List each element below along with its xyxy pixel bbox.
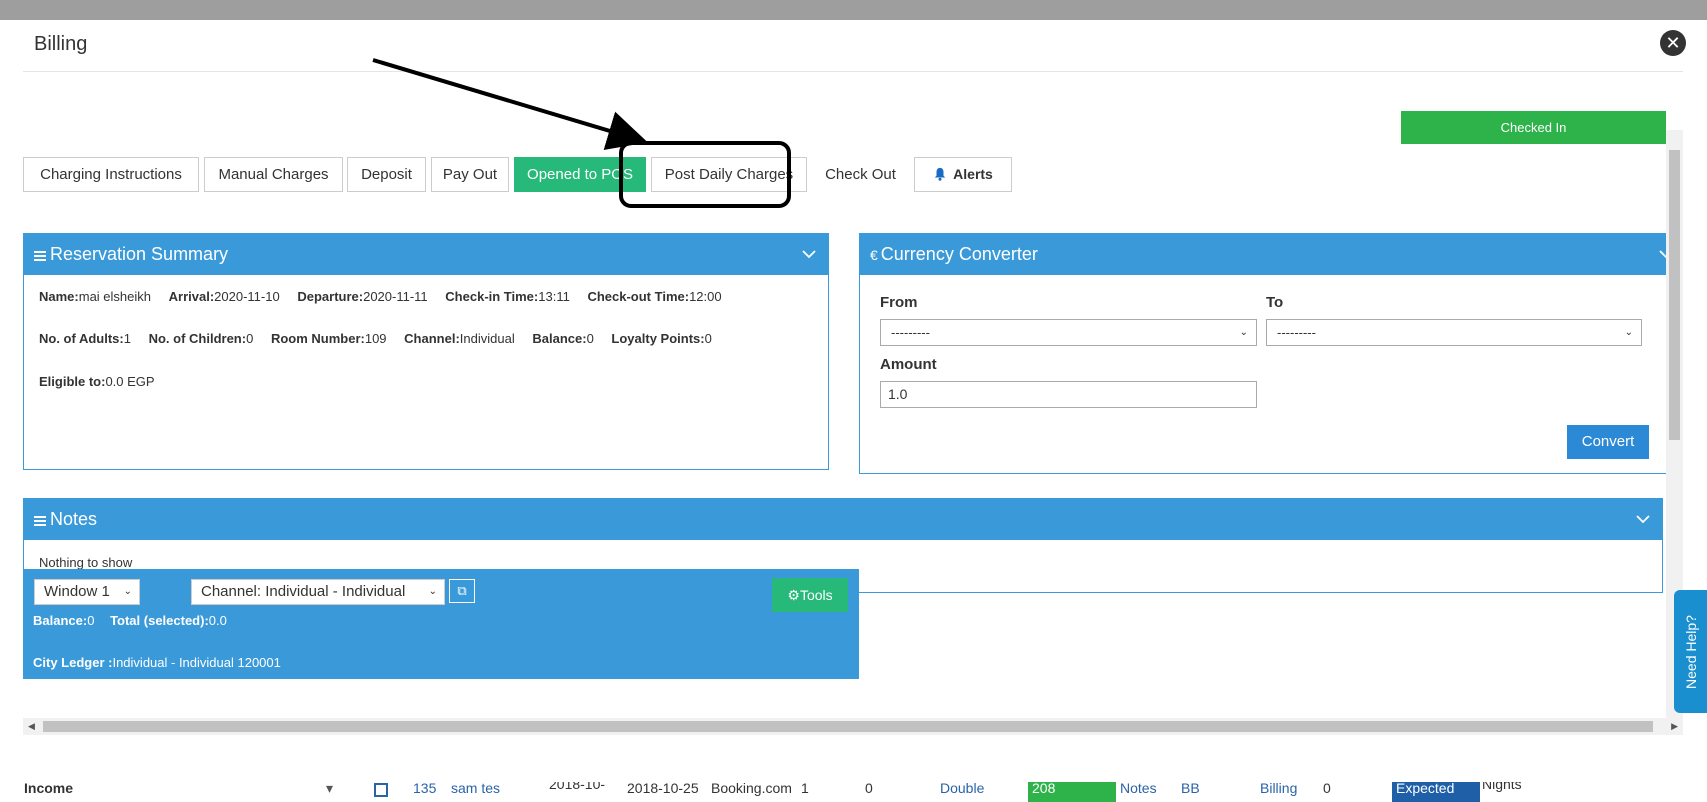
window-total-value: 0.0: [208, 613, 227, 628]
close-icon[interactable]: ✕: [1660, 30, 1686, 56]
deposit-button[interactable]: Deposit: [347, 157, 426, 192]
summary-row-2: No. of Adults:1 No. of Children:0 Room N…: [39, 331, 712, 346]
external-link-icon[interactable]: ⧉: [449, 579, 475, 603]
menu-icon: [34, 251, 46, 261]
guest-name-value: mai elsheikh: [78, 289, 152, 304]
arrival-value: 2020-11-10: [214, 289, 280, 304]
tools-button[interactable]: ⚙Tools: [772, 578, 848, 612]
room-badge: 208: [1028, 780, 1116, 802]
adults-value: 1: [123, 331, 131, 346]
notes-header[interactable]: Notes: [24, 499, 1662, 540]
summary-row-3: Eligible to:0.0 EGP: [39, 374, 155, 389]
currency-converter-panel: € Currency Converter From To --------- ⌄ -…: [859, 233, 1683, 474]
reservation-summary-title: Reservation Summary: [50, 244, 229, 264]
from-label: From: [880, 294, 918, 311]
reservation-summary-panel: Reservation Summary Name:mai elsheikh Ar…: [23, 233, 829, 470]
to-select[interactable]: --------- ⌄: [1266, 319, 1642, 346]
chevron-down-icon: ⌄: [123, 586, 132, 597]
zero-value: 0: [865, 780, 873, 796]
opened-to-pos-button[interactable]: Opened to POS: [514, 157, 646, 192]
window-select[interactable]: Window 1 ⌄: [34, 579, 140, 605]
euro-icon: €: [870, 247, 878, 263]
status-badge: Expected: [1392, 780, 1480, 802]
income-label: Income: [24, 780, 74, 796]
eligible-value: 0.0 EGP: [105, 374, 155, 389]
board-link[interactable]: BB: [1181, 780, 1200, 796]
children-value: 0: [246, 331, 254, 346]
checked-in-status: Checked In: [1401, 111, 1666, 144]
scroll-right-icon: ▶: [1671, 721, 1678, 731]
modal-body: Checked In Charging Instructions Manual …: [23, 100, 1683, 736]
checkbox[interactable]: [374, 783, 388, 797]
channel-select[interactable]: Channel: Individual - Individual ⌄: [191, 579, 445, 605]
check-out-button[interactable]: Check Out: [812, 157, 909, 192]
notes-empty-text: Nothing to show: [39, 555, 133, 570]
summary-row-1: Name:mai elsheikh Arrival:2020-11-10 Dep…: [39, 289, 722, 304]
chevron-down-icon: ⌄: [428, 586, 437, 597]
chevron-down-icon[interactable]: [1634, 499, 1652, 540]
billing-modal: Billing ✕ Checked In Charging Instructio…: [0, 20, 1707, 782]
checkin-value: 13:11: [538, 289, 570, 304]
chevron-down-icon: ⌄: [1624, 327, 1633, 338]
to-label: To: [1266, 294, 1284, 311]
billing-link[interactable]: Billing: [1260, 780, 1297, 796]
gears-icon: ⚙: [787, 587, 800, 603]
charging-instructions-button[interactable]: Charging Instructions: [23, 157, 199, 192]
room-type: Double: [940, 780, 985, 796]
manual-charges-button[interactable]: Manual Charges: [204, 157, 343, 192]
alerts-label: Alerts: [953, 166, 993, 182]
chevron-down-icon: ⌄: [1239, 327, 1248, 338]
convert-button[interactable]: Convert: [1567, 425, 1649, 459]
count: 1: [801, 780, 809, 796]
chevron-down-icon: ▾: [326, 780, 334, 796]
channel: Booking.com: [711, 780, 792, 796]
pay-out-button[interactable]: Pay Out: [431, 157, 509, 192]
zero-value-2: 0: [1323, 780, 1331, 796]
background-table-row: Income ▾ 135 sam tes 2018-10- 2018-10-25…: [0, 776, 1707, 802]
city-ledger-value: Individual - Individual 120001: [112, 655, 281, 670]
bell-icon: [934, 167, 946, 181]
modal-title: Billing: [34, 33, 88, 55]
guest-name[interactable]: sam tes: [451, 780, 500, 796]
window-balance-value: 0: [87, 613, 95, 628]
amount-input[interactable]: 1.0: [880, 381, 1257, 408]
checkout-value: 12:00: [689, 289, 722, 304]
menu-icon: [34, 516, 46, 526]
from-select[interactable]: --------- ⌄: [880, 319, 1257, 346]
scroll-left-icon: ◀: [28, 721, 35, 731]
chevron-down-icon[interactable]: [800, 234, 818, 275]
currency-converter-title: Currency Converter: [880, 244, 1038, 264]
room-value: 109: [364, 331, 387, 346]
notes-link[interactable]: Notes: [1120, 780, 1157, 796]
post-daily-charges-button[interactable]: Post Daily Charges: [651, 157, 807, 192]
notes-title: Notes: [50, 509, 98, 529]
currency-converter-header[interactable]: € Currency Converter: [860, 234, 1683, 275]
alerts-button[interactable]: Alerts: [914, 157, 1012, 192]
balance-value: 0: [586, 331, 594, 346]
date-end: 2018-10-25: [627, 780, 699, 796]
reservation-summary-header[interactable]: Reservation Summary: [24, 234, 828, 275]
departure-value: 2020-11-11: [363, 289, 428, 304]
modal-header: Billing ✕: [23, 20, 1686, 72]
row-id[interactable]: 135: [413, 780, 436, 796]
amount-label: Amount: [880, 356, 937, 373]
horizontal-scrollbar[interactable]: ◀ ▶: [23, 718, 1683, 735]
channel-value: Individual: [459, 331, 515, 346]
billing-window-panel: Window 1 ⌄ Channel: Individual - Individu…: [23, 569, 859, 679]
city-ledger-row: City Ledger :Individual - Individual 120…: [33, 655, 281, 670]
loyalty-value: 0: [704, 331, 712, 346]
need-help-tab[interactable]: Need Help?: [1674, 590, 1707, 713]
window-balance-row: Balance:0 Total (selected):0.0: [33, 613, 227, 628]
